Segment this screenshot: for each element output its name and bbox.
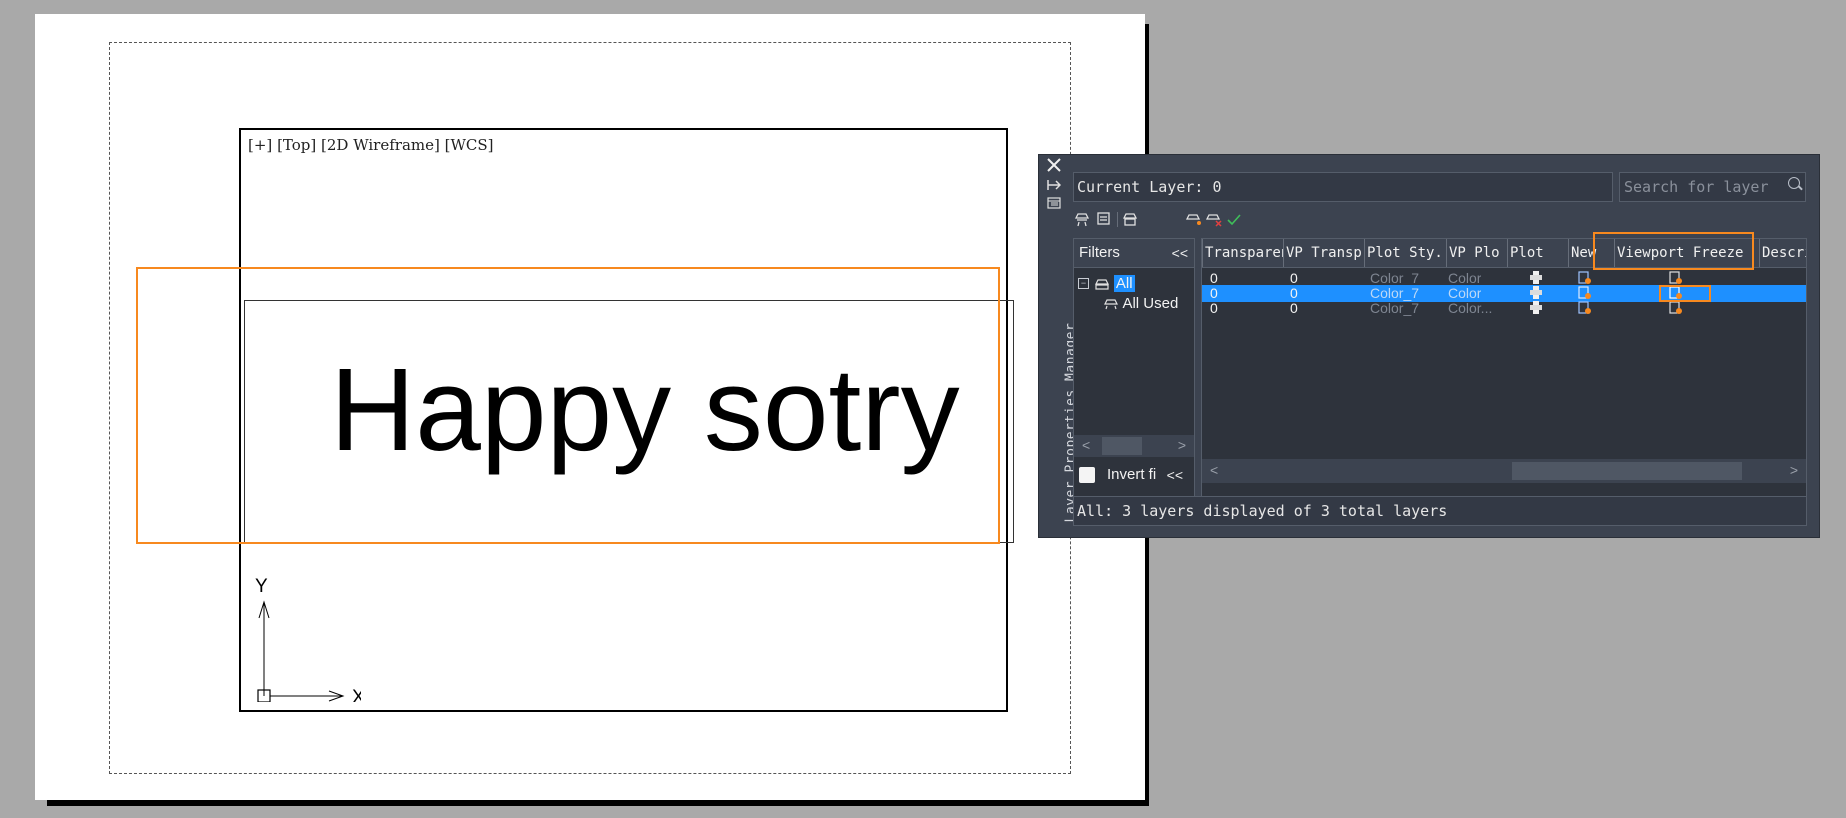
collapse-filters-button[interactable]: << — [1172, 239, 1188, 267]
invert-filter-label: Invert fi — [1107, 466, 1157, 483]
delete-layer-icon[interactable] — [1205, 210, 1223, 228]
new-vp-freeze-icon[interactable] — [1578, 301, 1592, 315]
column-header-transparency[interactable]: Transparency — [1202, 239, 1283, 267]
search-input[interactable]: Search for layer — [1619, 172, 1806, 202]
cell-transparency[interactable]: 0 — [1210, 300, 1218, 317]
scroll-left-icon[interactable]: < — [1210, 462, 1218, 478]
highlight-annotation-text — [136, 267, 1000, 544]
search-icon[interactable] — [1788, 177, 1800, 189]
scroll-thumb[interactable] — [1512, 462, 1742, 480]
ucs-icon: Y X — [255, 576, 361, 702]
tree-item-all-used-label: All Used — [1122, 295, 1179, 312]
panel-content: Current Layer: 0 Search for layer Filter… — [1069, 155, 1819, 537]
column-header-plot[interactable]: Plot — [1507, 239, 1568, 267]
auto-hide-icon[interactable] — [1044, 177, 1064, 195]
collapse-tree-icon[interactable]: − — [1078, 278, 1089, 290]
new-vp-freeze-icon[interactable] — [1578, 271, 1592, 285]
status-bar: All: 3 layers displayed of 3 total layer… — [1073, 496, 1807, 526]
viewport-controls: [+] [Top] [2D Wireframe] [WCS] — [248, 136, 494, 154]
ucs-menu-button[interactable]: [WCS] — [445, 136, 494, 154]
current-layer-display: Current Layer: 0 — [1073, 172, 1613, 202]
visual-style-menu-button[interactable]: [2D Wireframe] — [321, 136, 440, 154]
layer-properties-panel: Layer Properties Manager Current Layer: … — [1038, 154, 1820, 538]
column-header-plot-style[interactable]: Plot Sty. — [1364, 239, 1446, 267]
close-icon[interactable] — [1044, 157, 1064, 175]
new-layer-icon[interactable] — [1185, 210, 1203, 228]
scroll-right-icon[interactable]: > — [1178, 437, 1186, 453]
printer-icon[interactable] — [1530, 286, 1542, 299]
viewport-freeze-icon[interactable] — [1669, 271, 1683, 285]
search-placeholder: Search for layer — [1624, 178, 1769, 196]
cell-vp-plot-style[interactable]: Color... — [1448, 300, 1492, 317]
toolbar-separator — [1117, 212, 1118, 227]
tree-item-all-used[interactable]: All Used — [1104, 295, 1178, 313]
highlight-viewport-freeze-cell — [1659, 285, 1711, 302]
grid-scrollbar[interactable]: < > — [1202, 459, 1806, 483]
tree-item-all-label: All — [1113, 275, 1135, 292]
table-row[interactable]: 0 0 Color_7 Color... — [1202, 300, 1806, 317]
column-header-vp-transparency[interactable]: VP Transp — [1283, 239, 1364, 267]
column-header-description[interactable]: Descrip — [1759, 239, 1806, 267]
highlight-viewport-freeze-column — [1593, 232, 1754, 270]
filters-header: Filters << — [1074, 239, 1194, 268]
scroll-left-icon[interactable]: < — [1082, 437, 1090, 453]
properties-icon[interactable] — [1044, 195, 1064, 213]
new-vp-freeze-icon[interactable] — [1578, 286, 1592, 300]
viewport-freeze-icon[interactable] — [1669, 301, 1683, 315]
view-menu-button[interactable]: [Top] — [277, 136, 316, 154]
layer-toolbar — [1073, 210, 1813, 230]
filters-label: Filters — [1079, 244, 1120, 261]
viewport-menu-button[interactable]: [+] — [248, 136, 272, 154]
new-group-filter-icon[interactable] — [1095, 210, 1113, 228]
filters-scrollbar[interactable]: < > — [1074, 435, 1194, 457]
scroll-right-icon[interactable]: > — [1790, 462, 1798, 478]
printer-icon[interactable] — [1530, 271, 1542, 284]
collapse-bottom-button[interactable]: << — [1167, 462, 1183, 488]
invert-filter-row: Invert fi << — [1073, 462, 1195, 488]
invert-filter-checkbox[interactable] — [1079, 467, 1095, 483]
column-header-vp-plot-style[interactable]: VP Plo — [1446, 239, 1507, 267]
new-property-filter-icon[interactable] — [1073, 210, 1091, 228]
ucs-x-label: X — [352, 687, 361, 702]
printer-icon[interactable] — [1530, 301, 1542, 314]
scroll-thumb[interactable] — [1102, 437, 1142, 455]
layer-states-manager-icon[interactable] — [1121, 210, 1139, 228]
ucs-y-label: Y — [255, 576, 268, 597]
tree-item-all[interactable]: − All — [1078, 275, 1135, 293]
layer-grid: Transparency VP Transp Plot Sty. VP Plo … — [1201, 238, 1807, 503]
panel-sidebar: Layer Properties Manager — [1039, 155, 1079, 537]
cell-plot-style[interactable]: Color_7 — [1370, 300, 1419, 317]
used-filter-icon — [1104, 299, 1118, 309]
cell-vp-transparency[interactable]: 0 — [1290, 300, 1298, 317]
layer-filter-icon — [1095, 279, 1110, 290]
set-current-check-icon[interactable] — [1225, 210, 1243, 228]
